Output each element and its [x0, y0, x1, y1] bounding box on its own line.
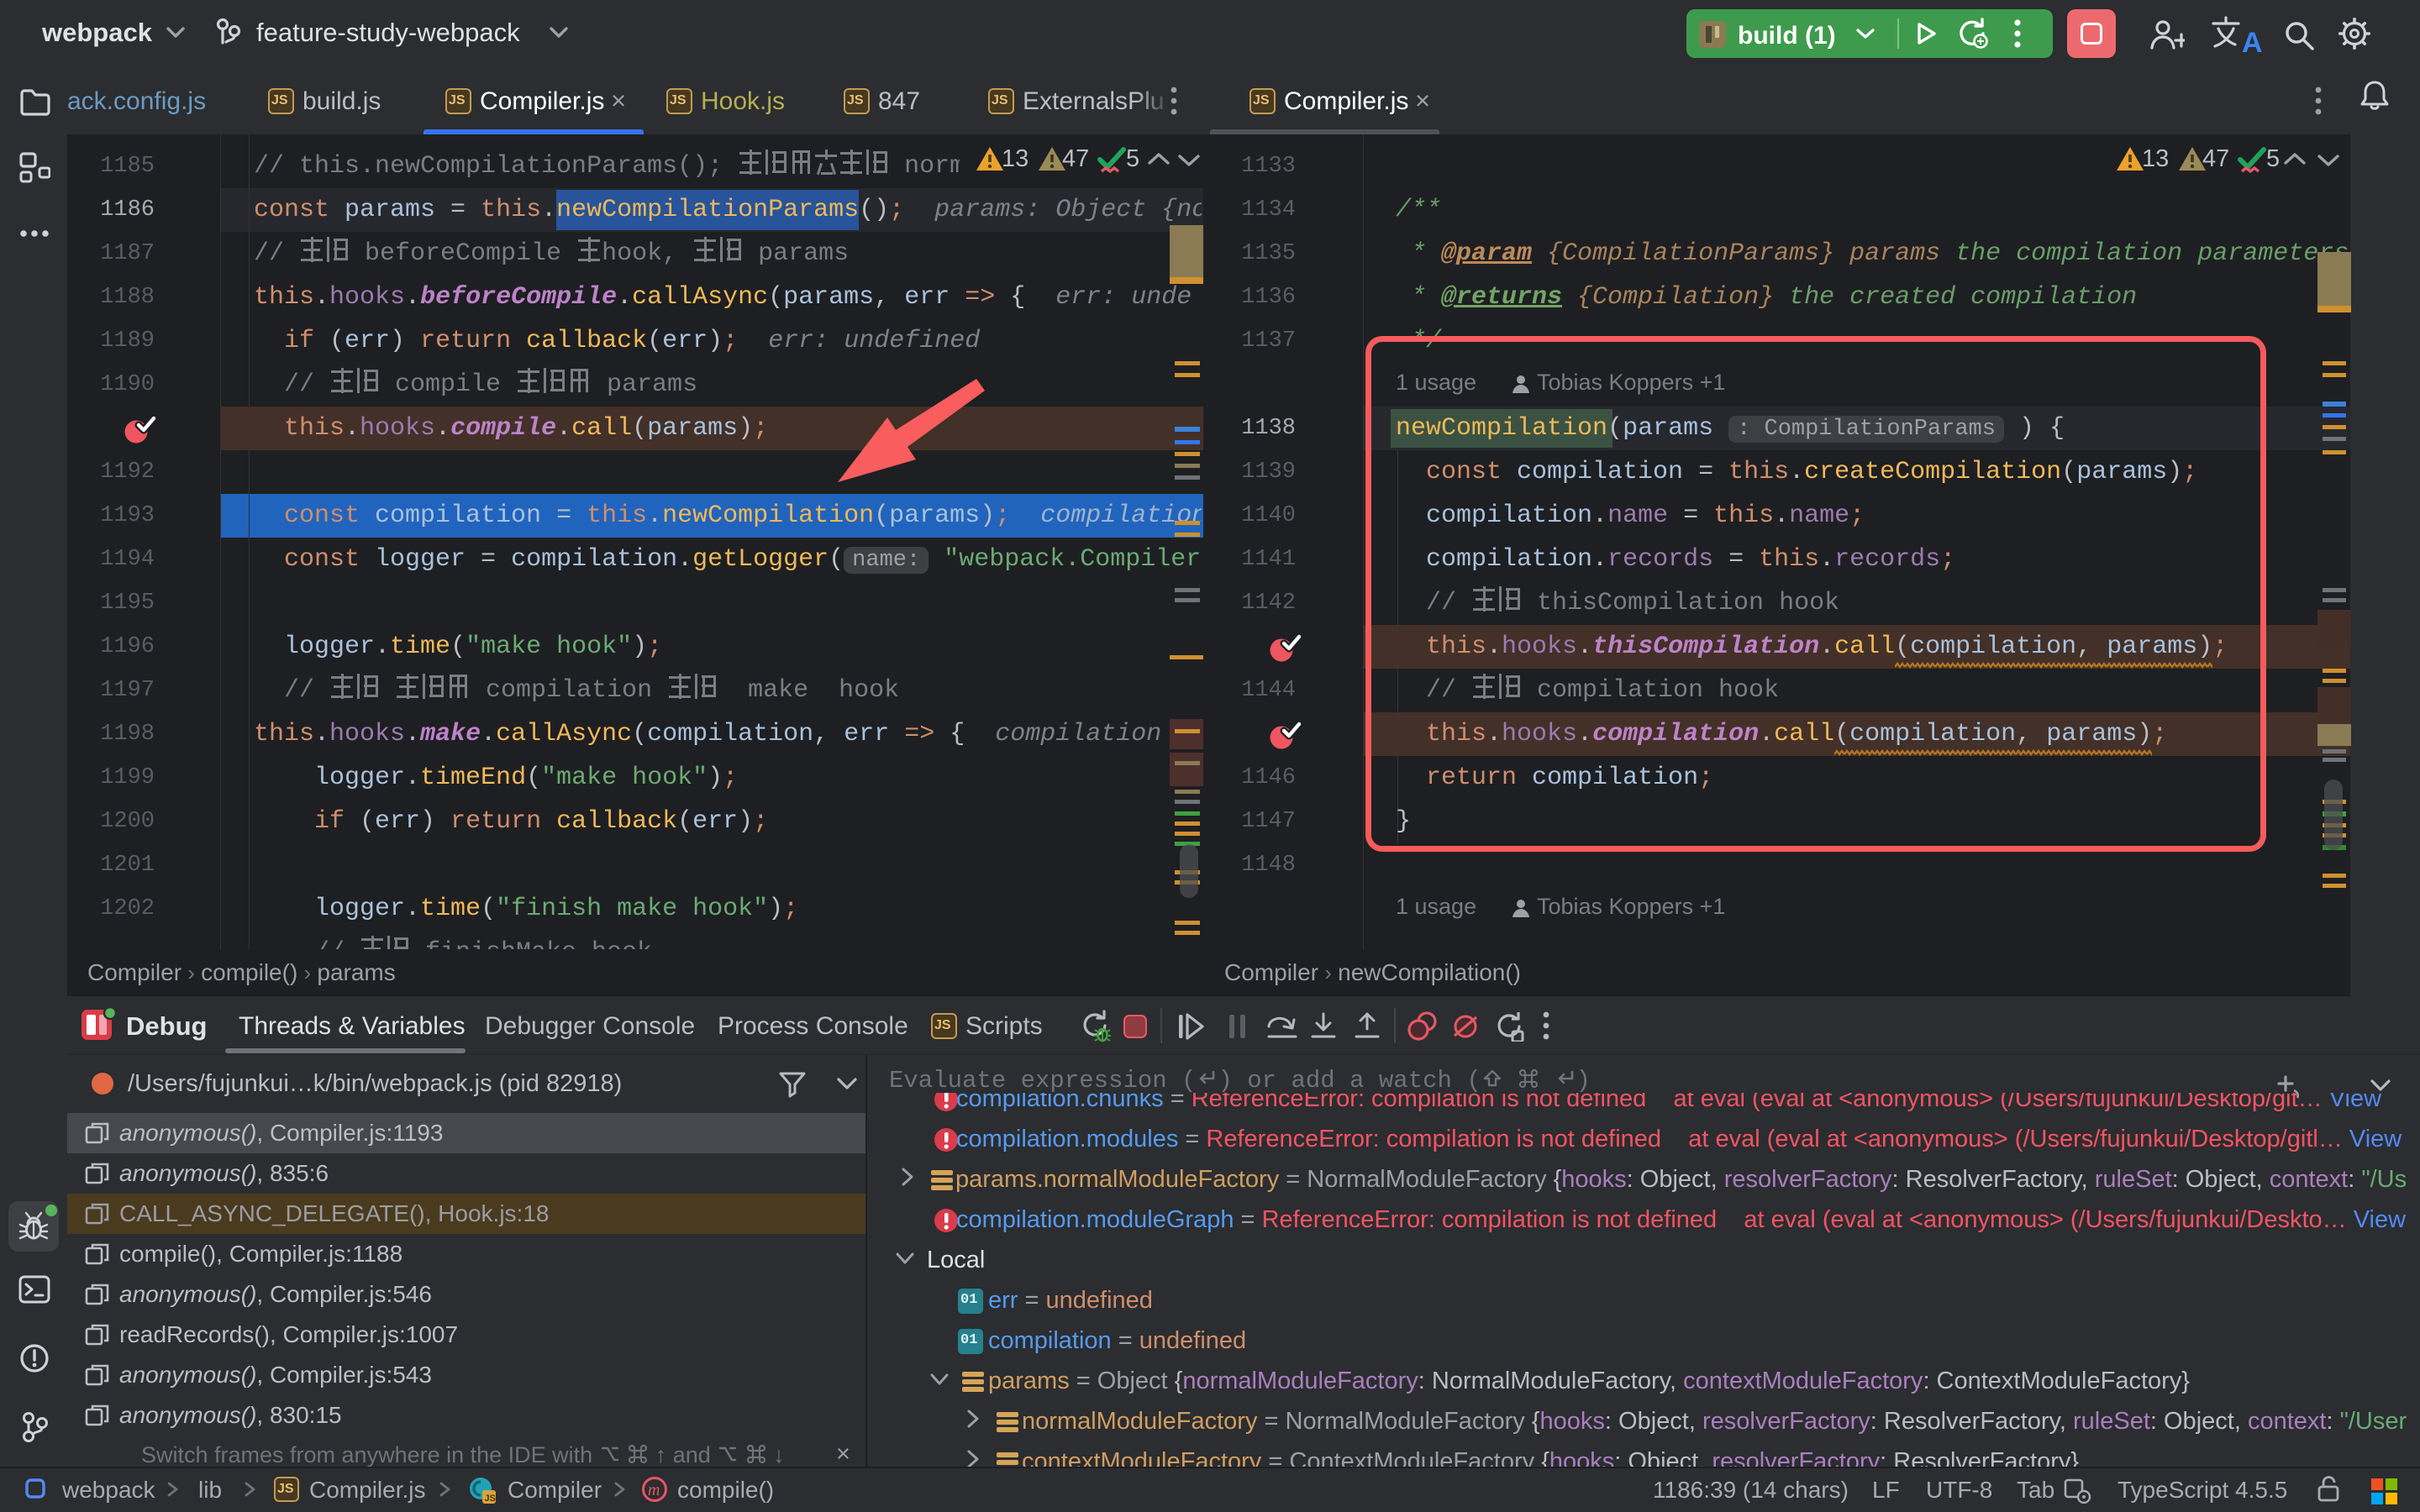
svg-text:JS: JS	[485, 1494, 496, 1504]
svg-text:m: m	[648, 1481, 660, 1499]
svg-text:A: A	[2242, 27, 2262, 55]
